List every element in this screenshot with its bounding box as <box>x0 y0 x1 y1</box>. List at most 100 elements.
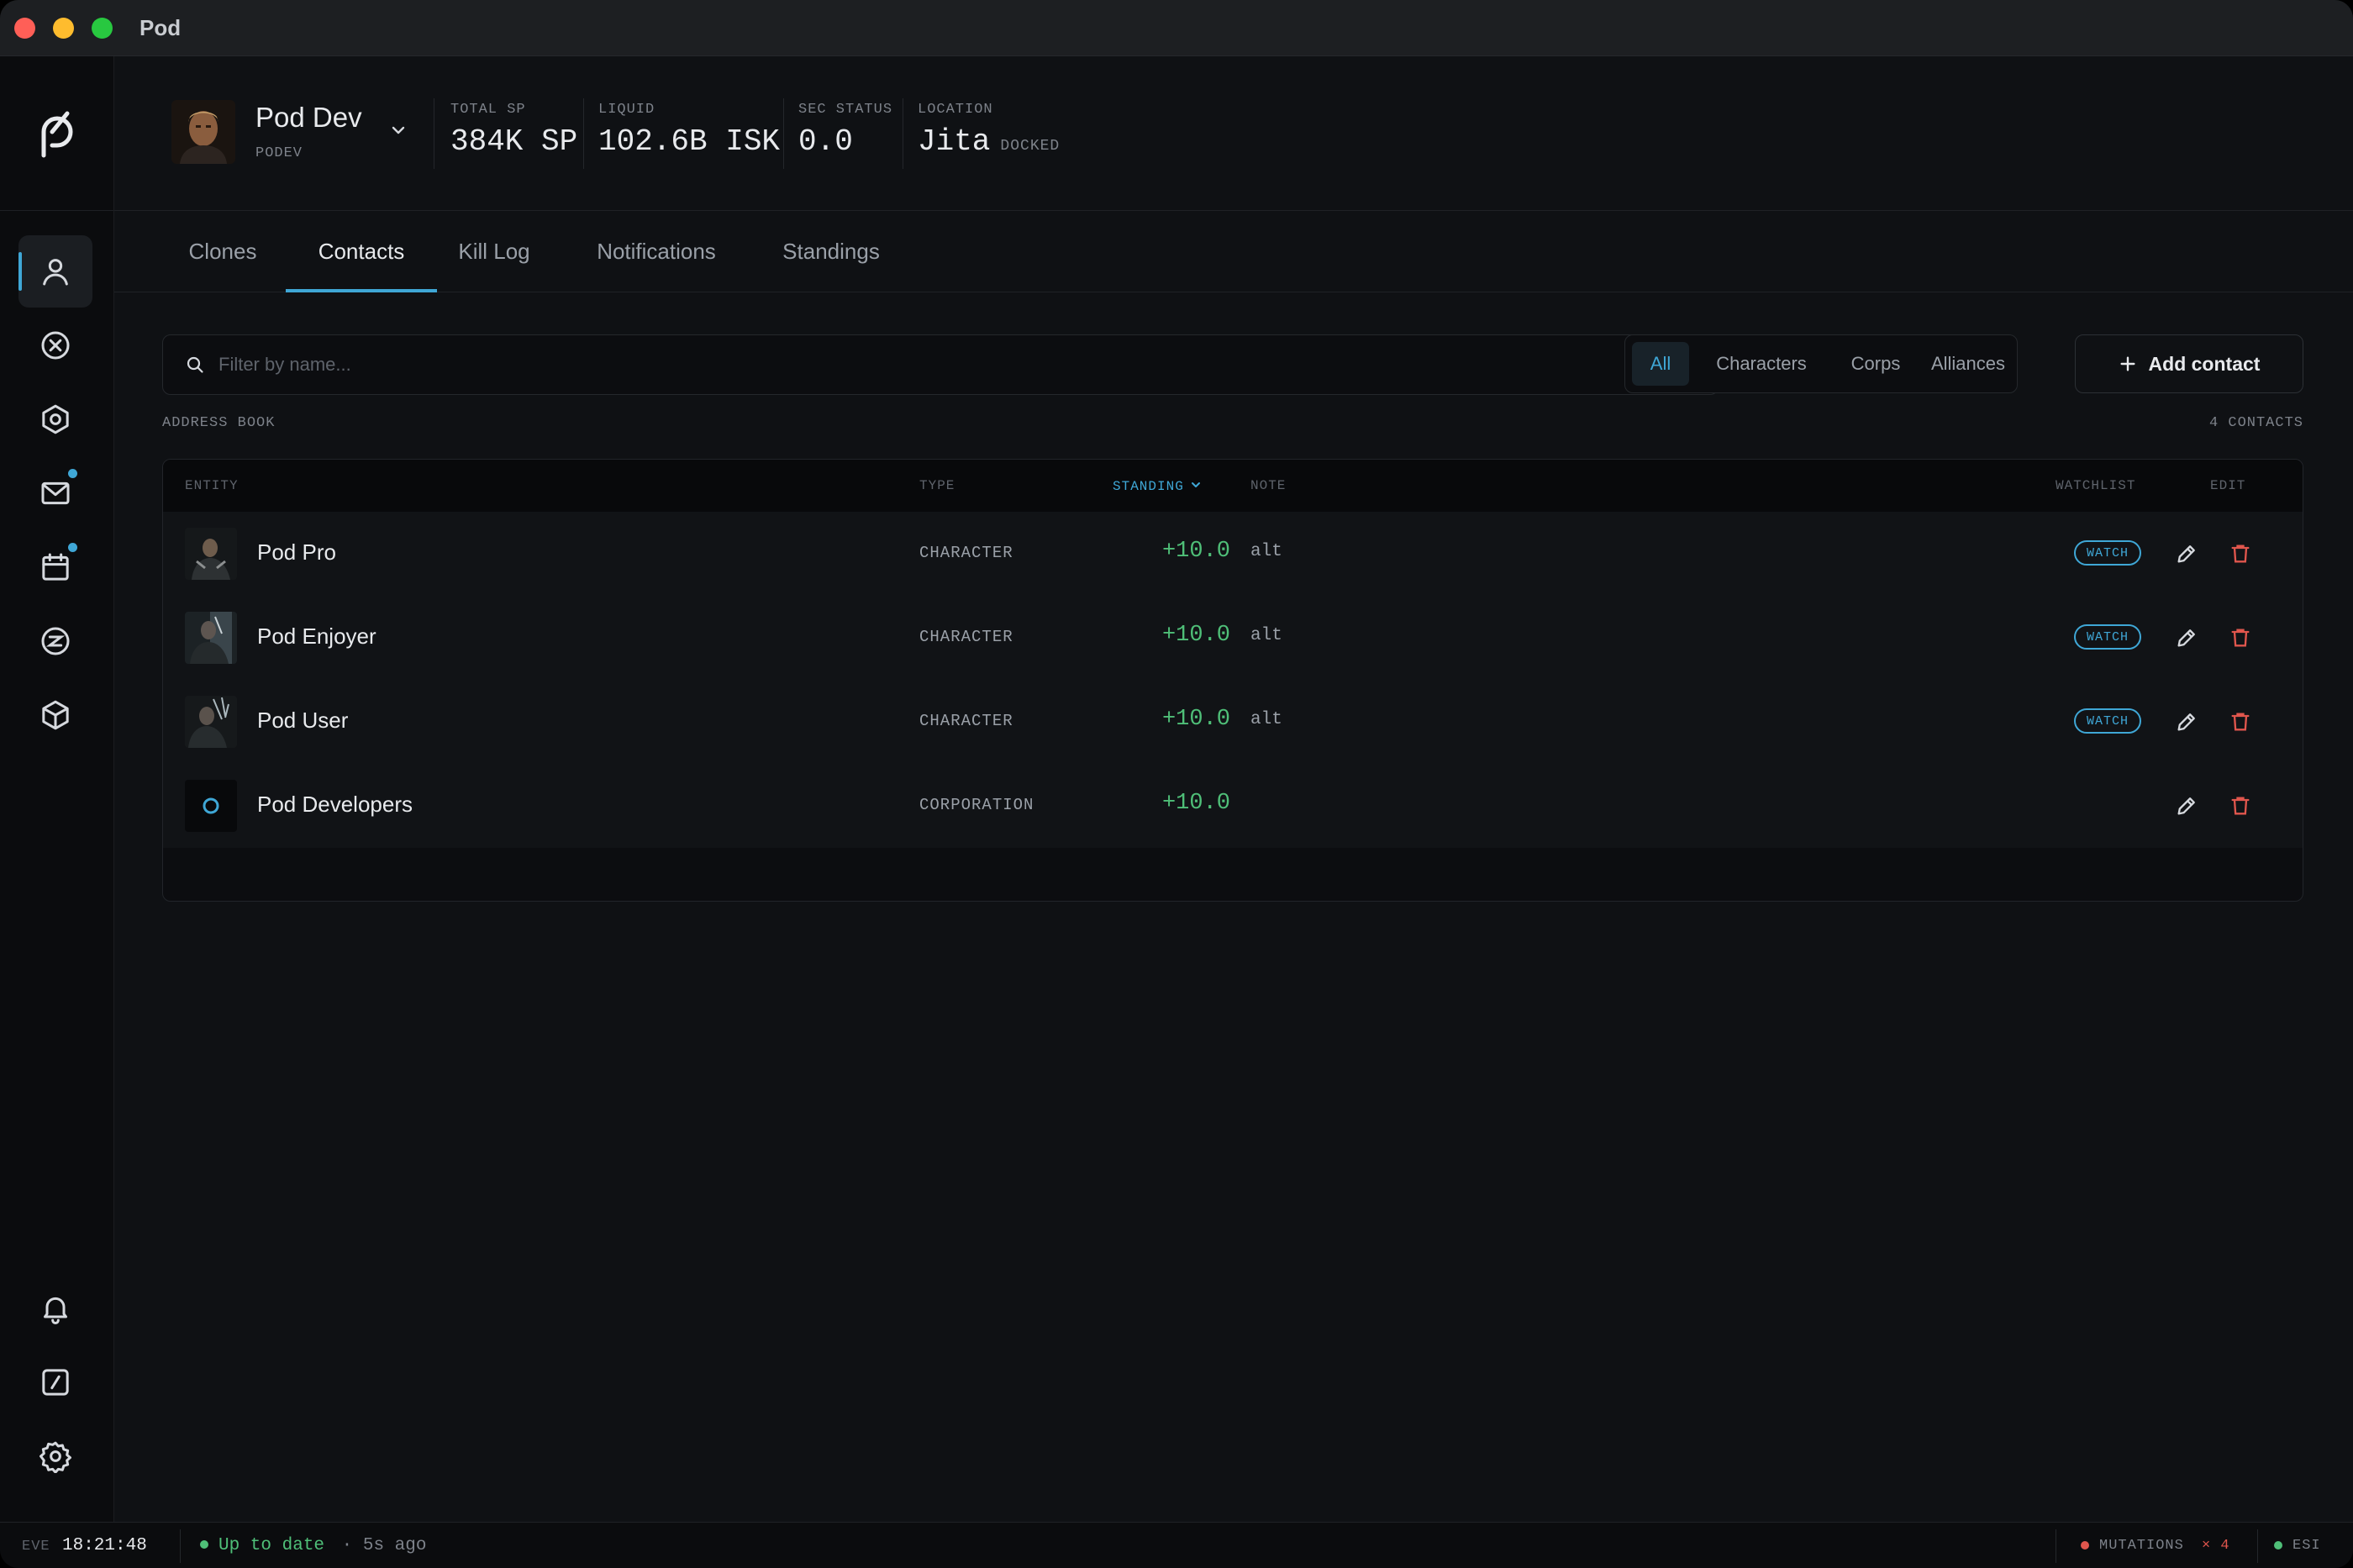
nav-wallet-button[interactable] <box>18 605 92 677</box>
filter-alliances[interactable]: Alliances <box>1924 342 2012 386</box>
close-window-button[interactable] <box>14 18 35 39</box>
stat-label: SEC STATUS <box>798 102 893 118</box>
contact-name[interactable]: Pod Enjoyer <box>257 624 376 650</box>
tab-contacts[interactable]: Contacts <box>286 211 437 292</box>
contact-type: CHARACTER <box>919 544 1013 562</box>
stat-label: TOTAL SP <box>450 102 526 118</box>
hexagon-icon <box>42 404 69 434</box>
status-dot <box>200 1540 208 1550</box>
contact-portrait <box>185 528 237 580</box>
tab-notifications[interactable]: Notifications <box>578 211 734 292</box>
stat-label: LIQUID <box>598 102 655 118</box>
active-indicator <box>18 252 22 291</box>
search-input[interactable] <box>217 335 1699 394</box>
contact-standing: +10.0 <box>1161 707 1230 732</box>
status-divider <box>2257 1529 2258 1563</box>
nav-console-button[interactable] <box>18 1346 92 1418</box>
plus-icon <box>2120 356 2135 371</box>
zoom-window-button[interactable] <box>92 18 113 39</box>
watch-toggle[interactable]: WATCH <box>2074 540 2141 566</box>
status-divider <box>180 1529 181 1563</box>
character-portrait[interactable] <box>171 100 235 164</box>
column-type[interactable]: TYPE <box>919 478 955 493</box>
contact-name[interactable]: Pod Pro <box>257 539 336 566</box>
mutations-count: × 4 <box>2202 1538 2230 1554</box>
character-header: Pod Dev PODEV TOTAL SP 384K SP LIQUID 10… <box>114 56 2353 211</box>
sidebar <box>0 56 114 1522</box>
pencil-icon[interactable] <box>2175 794 2198 818</box>
column-standing[interactable]: STANDING <box>1113 478 1203 494</box>
watch-toggle[interactable]: WATCH <box>2074 708 2141 734</box>
docked-status: DOCKED <box>1000 138 1061 155</box>
table-row[interactable]: Pod Developers CORPORATION +10.0 <box>163 764 2303 848</box>
crossed-circle-icon <box>41 331 70 360</box>
trash-icon[interactable] <box>2229 710 2252 734</box>
gear-icon <box>39 1441 71 1473</box>
address-book-label: ADDRESS BOOK <box>162 415 276 431</box>
window-title: Pod <box>139 15 182 40</box>
nav-assets-button[interactable] <box>18 679 92 751</box>
mutations-label: MUTATIONS <box>2099 1538 2184 1554</box>
stat-value: 384K SP <box>450 124 578 159</box>
stat-location: LOCATION Jita DOCKED <box>918 102 1060 159</box>
chevron-down-icon[interactable] <box>388 120 408 140</box>
pencil-icon[interactable] <box>2175 542 2198 566</box>
column-note[interactable]: NOTE <box>1250 478 1286 493</box>
nav-mail-button[interactable] <box>18 457 92 529</box>
esi-dot <box>2274 1540 2282 1550</box>
unread-badge <box>68 469 77 478</box>
location-name[interactable]: Jita <box>918 124 990 159</box>
search-box <box>162 334 1719 395</box>
contact-note: alt <box>1250 542 1282 561</box>
currency-icon <box>41 627 70 655</box>
trash-icon[interactable] <box>2229 794 2252 818</box>
mutations-indicator[interactable]: MUTATIONS × 4 <box>2081 1538 2230 1554</box>
person-icon <box>43 259 68 286</box>
character-name[interactable]: Pod Dev <box>255 102 362 134</box>
esi-indicator[interactable]: ESI <box>2274 1538 2321 1554</box>
stat-value: Jita DOCKED <box>918 124 1060 159</box>
contact-name[interactable]: Pod Developers <box>257 792 413 818</box>
trash-icon[interactable] <box>2229 626 2252 650</box>
tab-bar: Clones Contacts Kill Log Notifications S… <box>114 211 2353 292</box>
filter-characters[interactable]: Characters <box>1696 342 1827 386</box>
minimize-window-button[interactable] <box>53 18 74 39</box>
nav-character-button[interactable] <box>18 235 92 308</box>
type-filter-group: All Characters Corps Alliances <box>1624 334 2018 393</box>
stat-label: LOCATION <box>918 102 993 118</box>
pencil-icon[interactable] <box>2175 626 2198 650</box>
contacts-table: ENTITY TYPE STANDING NOTE WATCHLIST EDIT… <box>162 459 2303 902</box>
nav-calendar-button[interactable] <box>18 531 92 603</box>
calendar-icon <box>42 553 69 581</box>
column-standing-label: STANDING <box>1113 479 1184 494</box>
table-row[interactable]: Pod Enjoyer CHARACTER +10.0 alt WATCH <box>163 596 2303 681</box>
nav-settings-button[interactable] <box>18 1420 92 1492</box>
contact-type: CHARACTER <box>919 712 1013 730</box>
column-edit: EDIT <box>2210 478 2246 493</box>
tab-kill-log[interactable]: Kill Log <box>445 211 543 292</box>
trash-icon[interactable] <box>2229 542 2252 566</box>
column-entity[interactable]: ENTITY <box>185 478 239 493</box>
nav-combat-button[interactable] <box>18 309 92 381</box>
watch-toggle[interactable]: WATCH <box>2074 624 2141 650</box>
event-badge <box>68 543 77 552</box>
character-ticker: PODEV <box>255 145 303 161</box>
tab-standings[interactable]: Standings <box>770 211 892 292</box>
tab-clones[interactable]: Clones <box>165 211 281 292</box>
nav-notifications-button[interactable] <box>18 1272 92 1344</box>
table-row[interactable]: Pod User CHARACTER +10.0 alt WATCH <box>163 680 2303 765</box>
table-row[interactable]: Pod Pro CHARACTER +10.0 alt WATCH <box>163 512 2303 597</box>
nav-industry-button[interactable] <box>18 383 92 455</box>
cube-icon <box>42 700 69 730</box>
filter-corps[interactable]: Corps <box>1832 342 1919 386</box>
pencil-icon[interactable] <box>2175 710 2198 734</box>
stat-divider <box>783 98 784 169</box>
filter-all[interactable]: All <box>1632 342 1689 386</box>
contact-note: alt <box>1250 626 1282 645</box>
main-content: Pod Dev PODEV TOTAL SP 384K SP LIQUID 10… <box>114 56 2353 1522</box>
sync-status: Up to date · 5s ago <box>200 1536 426 1555</box>
pod-logo[interactable] <box>34 107 81 160</box>
contact-name[interactable]: Pod User <box>257 708 348 734</box>
add-contact-label: Add contact <box>2148 352 2261 375</box>
add-contact-button[interactable]: Add contact <box>2075 334 2303 393</box>
